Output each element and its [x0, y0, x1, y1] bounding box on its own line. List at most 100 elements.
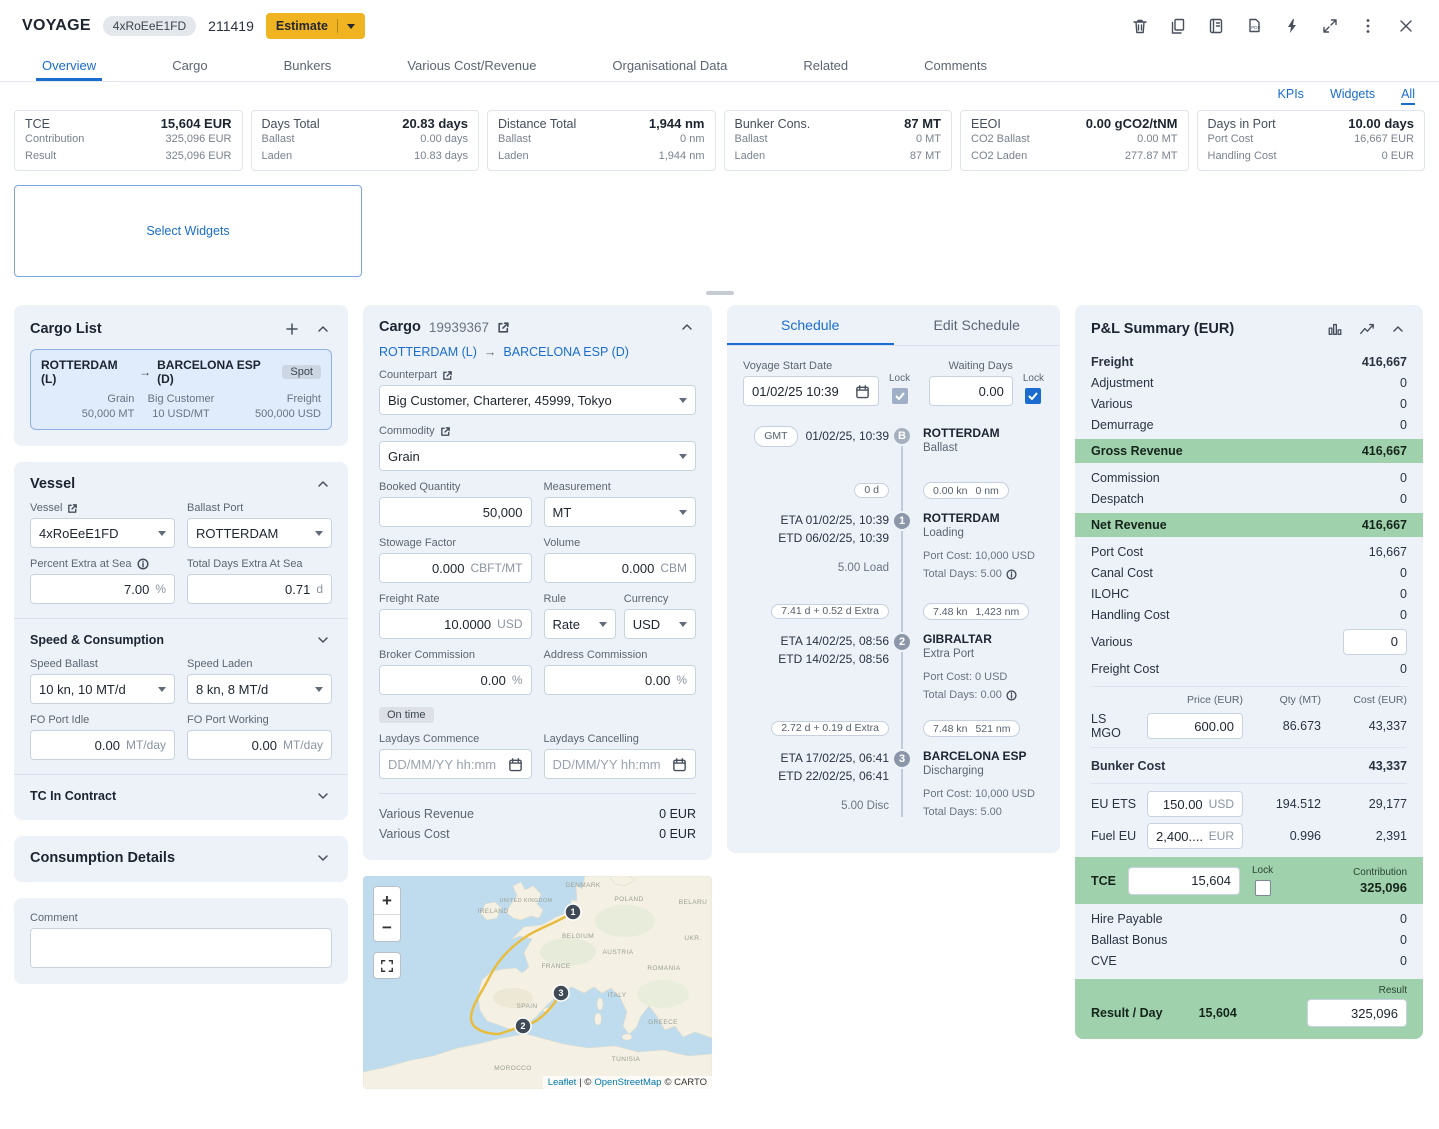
openstreetmap-link[interactable]: OpenStreetMap	[594, 1077, 661, 1088]
laydays-cancelling-input[interactable]	[544, 749, 697, 779]
widget-filter-links: KPIs Widgets All	[0, 82, 1439, 108]
trend-chart-icon[interactable]	[1357, 319, 1377, 339]
leaflet-link[interactable]: Leaflet	[548, 1077, 577, 1088]
fuel-eu-label: Fuel EU	[1091, 829, 1139, 843]
collapse-cargo-list-button[interactable]	[314, 321, 332, 337]
more-icon[interactable]	[1357, 15, 1379, 37]
rule-select[interactable]: Rate	[544, 609, 616, 639]
tce-input[interactable]	[1128, 867, 1240, 895]
ballast-port-select[interactable]: ROTTERDAM	[187, 518, 332, 548]
pnl-row-port-cost: Port Cost16,667	[1091, 541, 1407, 562]
voyage-start-input[interactable]	[743, 376, 879, 406]
eu-ets-price-input[interactable]: USD	[1147, 791, 1243, 817]
expand-tc-in-contract-button[interactable]	[314, 788, 332, 804]
external-link-icon[interactable]	[67, 503, 78, 514]
commodity-select[interactable]: Grain	[379, 441, 696, 471]
various-cost-label: Various Cost	[379, 827, 450, 841]
broker-commission-input[interactable]: %	[379, 665, 532, 695]
schedule-timeline: GMT 01/02/25, 10:39 B ROTTERDAM Ballast …	[743, 426, 1044, 833]
zoom-out-button[interactable]: −	[374, 914, 400, 941]
tab-various-cost-revenue[interactable]: Various Cost/Revenue	[401, 52, 542, 81]
percent-extra-input[interactable]: %	[30, 574, 175, 604]
tab-comments[interactable]: Comments	[918, 52, 993, 81]
select-widgets-link[interactable]: Select Widgets	[146, 224, 229, 238]
delete-icon[interactable]	[1129, 15, 1151, 37]
volume-input[interactable]: CBM	[544, 553, 697, 583]
link-all[interactable]: All	[1401, 87, 1415, 105]
freight-rate-label: Freight Rate	[379, 593, 440, 605]
fullscreen-icon[interactable]	[1319, 15, 1341, 37]
flash-icon[interactable]	[1281, 15, 1303, 37]
stowage-factor-input[interactable]: CBFT/MT	[379, 553, 532, 583]
map-label: ITALY	[607, 992, 626, 999]
pdf-export-icon[interactable]: PDF	[1243, 15, 1265, 37]
cargo-id: 19939367	[429, 320, 489, 335]
tab-bunkers[interactable]: Bunkers	[278, 52, 338, 81]
button-divider	[337, 19, 338, 33]
bar-chart-icon[interactable]	[1325, 319, 1345, 339]
zoom-in-button[interactable]: +	[374, 887, 400, 914]
fo-port-idle-input[interactable]: MT/day	[30, 730, 175, 760]
cargo-list-item[interactable]: ROTTERDAM (L) → BARCELONA ESP (D) Spot G…	[30, 349, 332, 430]
laydays-commence-input[interactable]	[379, 749, 532, 779]
currency-select[interactable]: USD	[624, 609, 696, 639]
expand-speed-consumption-button[interactable]	[314, 632, 332, 648]
fuel-eu-price-input[interactable]: EUR	[1147, 823, 1243, 849]
leg-distance: 1,423 nm	[975, 606, 1019, 618]
map-fullscreen-button[interactable]	[373, 952, 401, 979]
tce-lock-checkbox[interactable]	[1255, 880, 1271, 896]
eu-ets-qty: 194.512	[1251, 797, 1321, 811]
estimate-button[interactable]: Estimate	[266, 13, 365, 39]
collapse-cargo-panel-button[interactable]	[678, 319, 696, 335]
calendar-icon[interactable]	[672, 757, 687, 772]
tab-schedule[interactable]: Schedule	[727, 305, 894, 345]
waiting-days-input[interactable]	[929, 376, 1013, 406]
external-link-icon[interactable]	[442, 370, 453, 381]
total-days-extra-input[interactable]: d	[187, 574, 332, 604]
waiting-days-lock-checkbox[interactable]	[1025, 388, 1041, 404]
measurement-select[interactable]: MT	[544, 497, 697, 527]
to-port-link[interactable]: BARCELONA ESP (D)	[503, 345, 629, 359]
booked-quantity-input[interactable]	[379, 497, 532, 527]
collapse-vessel-button[interactable]	[314, 476, 332, 492]
freight-rate-input[interactable]: USD	[379, 609, 532, 639]
address-commission-input[interactable]: %	[544, 665, 697, 695]
calendar-icon[interactable]	[508, 757, 523, 772]
external-link-icon[interactable]	[440, 426, 451, 437]
link-kpis[interactable]: KPIs	[1278, 87, 1304, 105]
pnl-row-ilohc: ILOHC0	[1091, 583, 1407, 604]
various-revenue-label: Various Revenue	[379, 807, 474, 821]
counterpart-select[interactable]: Big Customer, Charterer, 45999, Tokyo	[379, 385, 696, 415]
divider	[14, 774, 348, 775]
tab-overview[interactable]: Overview	[36, 52, 102, 81]
expand-consumption-details-button[interactable]	[314, 850, 332, 866]
ls-mgo-price-input[interactable]	[1147, 713, 1243, 739]
vessel-select[interactable]: 4xRoEeE1FD	[30, 518, 175, 548]
fo-port-working-input[interactable]: MT/day	[187, 730, 332, 760]
pnl-various-input[interactable]	[1343, 629, 1407, 655]
copy-icon[interactable]	[1167, 15, 1189, 37]
result-total-input[interactable]	[1307, 999, 1407, 1027]
timeline-node-2: 2	[892, 632, 912, 652]
counterpart-label: Counterpart	[379, 369, 437, 381]
from-port-link[interactable]: ROTTERDAM (L)	[379, 345, 477, 359]
panel-drag-handle[interactable]	[706, 291, 734, 295]
tab-edit-schedule[interactable]: Edit Schedule	[894, 305, 1061, 345]
link-widgets[interactable]: Widgets	[1330, 87, 1375, 105]
speed-laden-select[interactable]: 8 kn, 8 MT/d	[187, 674, 332, 704]
calendar-icon[interactable]	[855, 384, 870, 399]
speed-ballast-select[interactable]: 10 kn, 10 MT/d	[30, 674, 175, 704]
tab-cargo[interactable]: Cargo	[166, 52, 213, 81]
comment-input[interactable]	[30, 928, 332, 968]
close-icon[interactable]	[1395, 15, 1417, 37]
collapse-pnl-button[interactable]	[1389, 321, 1407, 337]
tab-organisational-data[interactable]: Organisational Data	[606, 52, 733, 81]
route-map[interactable]: DENMARK UNITED KINGDOM IRELAND POLAND BE…	[363, 876, 712, 1089]
lock-label: Lock	[1252, 865, 1273, 876]
rule-label: Rule	[544, 593, 567, 605]
voyage-start-lock-checkbox[interactable]	[892, 388, 908, 404]
external-link-icon[interactable]	[497, 321, 510, 334]
add-cargo-button[interactable]	[282, 319, 302, 339]
ledger-icon[interactable]	[1205, 15, 1227, 37]
tab-related[interactable]: Related	[797, 52, 854, 81]
